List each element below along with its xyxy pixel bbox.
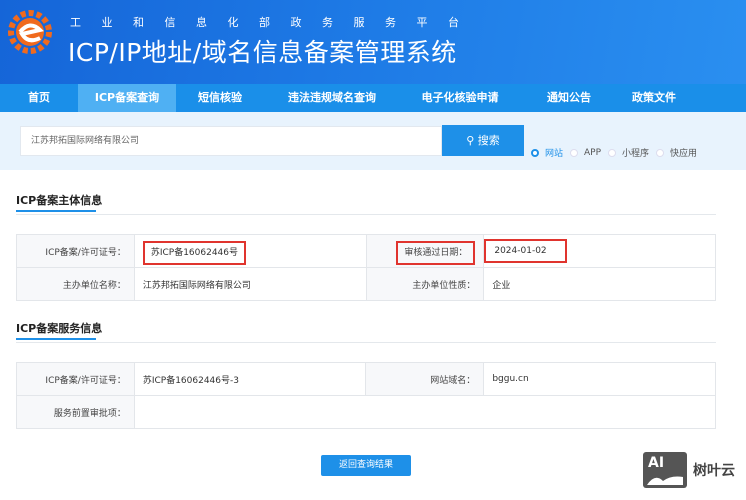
search-input[interactable]: 江苏邦拓国际网络有限公司 bbox=[20, 126, 442, 156]
nav-illegal-domain[interactable]: 违法违规域名查询 bbox=[264, 84, 400, 112]
radio-website[interactable]: 网站 bbox=[531, 146, 563, 159]
nav-home[interactable]: 首页 bbox=[0, 84, 78, 112]
site-header: 工业和信息化部政务服务平台 ICP/IP地址/域名信息备案管理系统 bbox=[0, 0, 746, 84]
value-cell: 2024-01-02 bbox=[483, 234, 716, 268]
watermark: AI 树叶云 bbox=[643, 452, 735, 488]
type-radio-group: 网站 APP 小程序 快应用 bbox=[531, 146, 704, 159]
watermark-text: 树叶云 bbox=[693, 463, 735, 479]
radio-dot bbox=[531, 148, 539, 157]
search-button-label: 搜索 bbox=[477, 134, 500, 147]
value-cell: 苏ICP备16062446号 bbox=[133, 234, 367, 268]
header-subtitle: 工业和信息化部政务服务平台 bbox=[70, 16, 480, 29]
label-domain: 网站域名： bbox=[365, 362, 485, 396]
radio-label: 小程序 bbox=[622, 149, 650, 159]
label-cell: 审核通过日期： bbox=[365, 234, 485, 268]
value-domain: bggu.cn bbox=[483, 362, 716, 396]
radio-label: 快应用 bbox=[670, 149, 698, 159]
nav-icp-query[interactable]: ICP备案查询 bbox=[78, 84, 176, 112]
back-to-results-button[interactable]: 返回查询结果 bbox=[321, 455, 411, 476]
section-underline bbox=[16, 210, 96, 212]
header-title: ICP/IP地址/域名信息备案管理系统 bbox=[68, 38, 457, 67]
watermark-logo-icon: AI bbox=[643, 452, 687, 488]
table-row: ICP备案/许可证号： 苏ICP备16062446号-3 网站域名： bggu.… bbox=[16, 362, 716, 396]
label-pre-approval: 服务前置审批项： bbox=[16, 395, 135, 429]
radio-miniprogram[interactable]: 小程序 bbox=[608, 146, 649, 159]
value-approval-date: 2024-01-02 bbox=[484, 239, 567, 263]
section-underline bbox=[16, 338, 96, 340]
radio-quickapp[interactable]: 快应用 bbox=[656, 146, 697, 159]
label-icp-number: ICP备案/许可证号： bbox=[16, 234, 135, 268]
label-organizer-type: 主办单位性质： bbox=[365, 267, 485, 301]
table-row: 服务前置审批项： bbox=[16, 395, 717, 429]
label-service-icp: ICP备案/许可证号： bbox=[16, 362, 135, 396]
divider bbox=[16, 214, 716, 215]
label-organizer: 主办单位名称： bbox=[16, 267, 135, 301]
radio-app[interactable]: APP bbox=[570, 148, 601, 158]
divider bbox=[16, 342, 716, 343]
value-icp-number: 苏ICP备16062446号 bbox=[142, 240, 247, 265]
service-info-table: ICP备案/许可证号： 苏ICP备16062446号-3 网站域名： bggu.… bbox=[16, 362, 717, 429]
nav-e-verify[interactable]: 电子化核验申请 bbox=[400, 84, 520, 112]
value-organizer-type: 企业 bbox=[483, 267, 716, 301]
subject-section-title: ICP备案主体信息 bbox=[16, 194, 103, 207]
radio-label: 网站 bbox=[545, 149, 564, 159]
subject-info-table: ICP备案/许可证号： 苏ICP备16062446号 审核通过日期： 2024-… bbox=[16, 234, 716, 301]
radio-dot bbox=[570, 148, 579, 157]
table-row: ICP备案/许可证号： 苏ICP备16062446号 审核通过日期： 2024-… bbox=[16, 234, 716, 268]
nav-sms-verify[interactable]: 短信核验 bbox=[176, 84, 264, 112]
nav-policies[interactable]: 政策文件 bbox=[618, 84, 690, 112]
value-service-icp: 苏ICP备16062446号-3 bbox=[133, 362, 367, 396]
value-organizer: 江苏邦拓国际网络有限公司 bbox=[133, 267, 367, 301]
service-section-title: ICP备案服务信息 bbox=[16, 322, 103, 335]
radio-dot bbox=[608, 148, 617, 157]
search-bar: 江苏邦拓国际网络有限公司 ⚲ 搜索 网站 APP 小程序 快应用 bbox=[0, 112, 746, 170]
search-button[interactable]: ⚲ 搜索 bbox=[442, 125, 524, 156]
main-nav: 首页 ICP备案查询 短信核验 违法违规域名查询 电子化核验申请 通知公告 政策… bbox=[0, 84, 746, 112]
label-approval-date: 审核通过日期： bbox=[396, 240, 476, 265]
radio-dot bbox=[656, 148, 665, 157]
nav-notices[interactable]: 通知公告 bbox=[520, 84, 618, 112]
radio-label: APP bbox=[584, 147, 602, 158]
watermark-badge: AI bbox=[648, 455, 665, 471]
miit-logo-icon bbox=[8, 10, 52, 54]
value-pre-approval bbox=[133, 395, 717, 429]
table-row: 主办单位名称： 江苏邦拓国际网络有限公司 主办单位性质： 企业 bbox=[16, 267, 716, 301]
search-icon: ⚲ bbox=[466, 134, 478, 147]
